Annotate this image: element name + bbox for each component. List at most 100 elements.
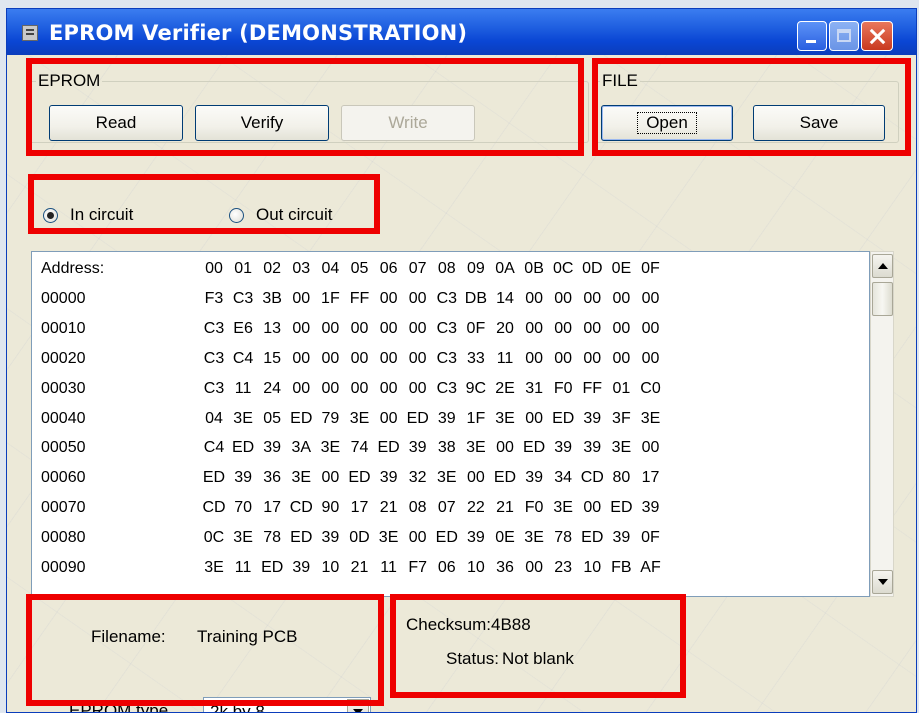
read-button[interactable]: Read [49, 105, 183, 141]
hex-byte: 3E [320, 439, 341, 457]
scroll-thumb[interactable] [872, 282, 893, 316]
hex-byte: ED [348, 469, 371, 487]
in-circuit-radio[interactable]: In circuit [43, 205, 133, 225]
hex-byte: CD [580, 469, 604, 487]
hex-byte: 0F [466, 319, 486, 337]
hex-byte: F7 [408, 559, 428, 576]
hex-byte: 39 [234, 469, 252, 487]
hex-byte: ED [202, 469, 226, 487]
scroll-up-icon[interactable] [872, 254, 893, 278]
hex-byte: 74 [350, 439, 369, 457]
hex-dump-view[interactable]: Address: 00 01 02 03 04 05 06 07 08 09 0A 0B 0C 0D 0E 0F… [31, 251, 870, 597]
hex-column-header: 08 [437, 260, 456, 277]
hex-byte: 36 [496, 559, 514, 576]
hex-address: 00030 [41, 379, 86, 397]
out-circuit-radio[interactable]: Out circuit [229, 205, 333, 225]
hex-column-header: 05 [350, 260, 369, 277]
close-button[interactable] [861, 21, 893, 51]
hex-column-header: 04 [321, 260, 340, 277]
hex-byte: 00 [612, 289, 631, 307]
hex-address: 00050 [41, 439, 86, 457]
hex-byte: 11 [380, 559, 397, 576]
hex-byte: 17 [350, 499, 369, 517]
hex-byte: 3E [466, 439, 486, 457]
hex-byte: 9C [465, 379, 487, 397]
title-bar[interactable]: EPROM Verifier (DEMONSTRATION) [7, 9, 916, 55]
scroll-down-icon[interactable] [872, 570, 893, 594]
eprom-type-label: EPROM type [69, 701, 169, 713]
verify-button[interactable]: Verify [195, 105, 329, 141]
hex-byte: 00 [554, 349, 573, 367]
hex-byte: 10 [321, 559, 340, 576]
hex-byte: 70 [234, 499, 252, 517]
minimize-button[interactable] [797, 21, 827, 51]
hex-column-header: 09 [466, 260, 485, 277]
radio-unchecked-icon[interactable] [229, 207, 244, 223]
hex-byte: 00 [379, 379, 398, 397]
hex-byte: F0 [524, 499, 544, 517]
hex-byte: CD [202, 499, 226, 517]
hex-byte: ED [231, 439, 255, 457]
hex-byte: ED [290, 409, 313, 427]
hex-column-header: 02 [263, 260, 282, 277]
hex-byte: 07 [437, 499, 456, 517]
hex-byte: 15 [263, 349, 282, 367]
hex-byte: 00 [321, 469, 340, 487]
hex-byte: C3 [436, 349, 458, 367]
hex-byte: 31 [525, 379, 543, 397]
hex-byte: 00 [408, 319, 427, 337]
hex-byte: 10 [466, 559, 485, 576]
hex-byte: 00 [525, 559, 543, 576]
hex-column-header: 0A [495, 260, 515, 277]
checksum-label: Checksum: [406, 615, 492, 634]
hex-byte: ED [493, 469, 517, 487]
hex-byte: 14 [496, 289, 514, 307]
radio-checked-icon[interactable] [43, 207, 58, 223]
file-group-legend: FILE [602, 71, 638, 90]
hex-byte: 00 [641, 439, 660, 457]
hex-byte: 06 [437, 559, 456, 576]
hex-byte: 00 [525, 409, 543, 427]
hex-byte: F0 [553, 379, 573, 397]
maximize-button[interactable] [829, 21, 859, 51]
hex-byte: 38 [437, 439, 456, 457]
window-title: EPROM Verifier (DEMONSTRATION) [49, 21, 468, 45]
hex-byte: 3E [611, 439, 632, 457]
filename-value: Training PCB [197, 627, 298, 646]
hex-byte: 01 [612, 379, 631, 397]
hex-byte: ED [261, 559, 284, 576]
out-circuit-label: Out circuit [256, 205, 333, 224]
hex-scrollbar[interactable] [870, 251, 894, 597]
hex-byte: ED [522, 439, 546, 457]
hex-byte: 1F [466, 409, 486, 427]
app-icon[interactable] [22, 25, 38, 41]
hex-byte: AF [640, 559, 661, 576]
hex-byte: 3E [233, 529, 253, 547]
hex-column-header: 07 [408, 260, 427, 277]
hex-byte: 21 [350, 559, 369, 576]
hex-byte: 08 [408, 499, 427, 517]
hex-byte: 39 [583, 409, 602, 427]
hex-byte: 39 [379, 469, 398, 487]
hex-byte: 00 [408, 529, 427, 547]
hex-byte: 3E [524, 529, 544, 547]
status-value: Not blank [502, 649, 574, 668]
hex-byte: ED [610, 499, 633, 517]
hex-byte: C3 [436, 379, 458, 397]
hex-byte: 00 [583, 289, 602, 307]
write-button[interactable]: Write [341, 105, 475, 141]
hex-column-header: 03 [292, 260, 311, 277]
hex-column-header: 0D [582, 260, 603, 277]
hex-column-header: 01 [234, 260, 252, 277]
hex-byte: 3B [262, 289, 282, 307]
hex-byte: 78 [554, 529, 573, 547]
open-button[interactable]: Open [601, 105, 733, 141]
checksum-value: 4B88 [491, 615, 531, 634]
hex-column-header: 0C [552, 260, 574, 277]
hex-byte: 00 [350, 379, 369, 397]
hex-byte: 00 [350, 319, 369, 337]
save-button[interactable]: Save [753, 105, 885, 141]
hex-byte: 00 [408, 379, 427, 397]
eprom-type-value: 2k by 8 [210, 702, 265, 713]
hex-column-header: 0F [641, 260, 660, 277]
